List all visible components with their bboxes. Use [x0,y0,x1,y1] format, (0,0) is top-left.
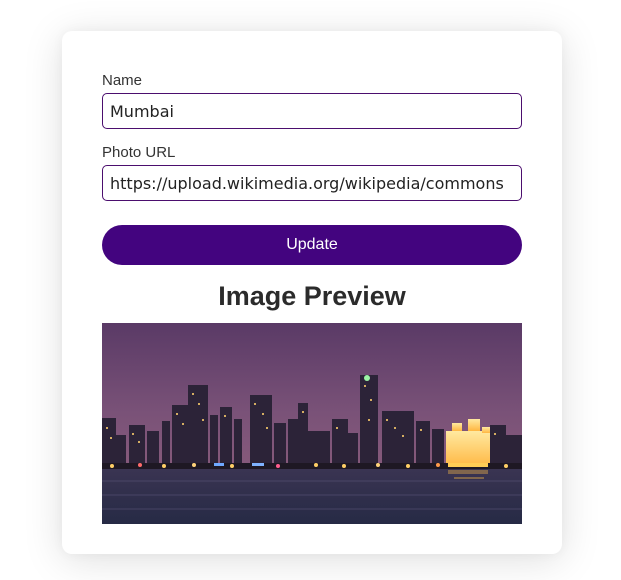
photo-url-input[interactable] [102,165,522,201]
preview-image [102,323,522,524]
preview-title: Image Preview [218,281,406,311]
page: Name Photo URL Update Image Preview [0,0,621,580]
update-button[interactable]: Update [102,225,522,265]
name-input[interactable] [102,93,522,129]
form-card: Name Photo URL Update Image Preview [62,31,562,554]
name-label: Name [102,72,143,89]
photo-url-label: Photo URL [102,144,176,161]
